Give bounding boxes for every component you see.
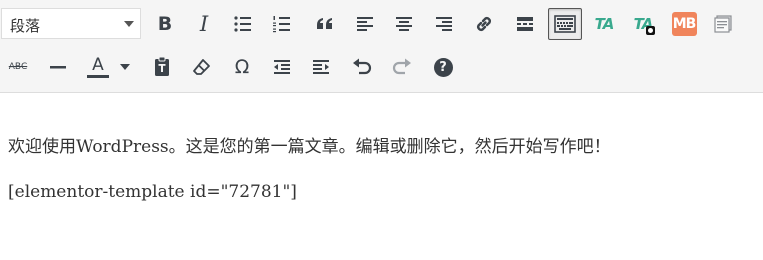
bold-icon: B [157, 12, 173, 35]
redo-icon [392, 58, 411, 75]
content-shortcode[interactable]: [elementor-template id="72781"] [8, 182, 297, 202]
outdent-icon [274, 60, 290, 74]
italic-icon: I [199, 11, 209, 36]
outdent-button[interactable] [266, 51, 298, 83]
toolbar-row-2: ABC A Ω ? [0, 51, 763, 83]
chevron-down-icon[interactable] [120, 64, 130, 70]
help-button[interactable]: ? [427, 51, 459, 83]
bulleted-list-button[interactable] [227, 8, 259, 40]
undo-icon [353, 58, 372, 75]
paste-icon [155, 56, 169, 76]
strikethrough-button[interactable]: ABC [2, 51, 34, 83]
align-left-icon [357, 17, 373, 31]
horizontal-line-button[interactable] [42, 51, 74, 83]
chevron-down-icon [124, 21, 134, 27]
link-icon [477, 17, 491, 31]
toolbar-toggle-button[interactable] [548, 8, 582, 40]
content-paragraph[interactable]: 欢迎使用WordPress。这是您的第一篇文章。编辑或删除它，然后开始写作吧！ [8, 132, 611, 157]
quote-icon [317, 18, 332, 29]
clear-formatting-button[interactable] [186, 51, 218, 83]
read-more-icon [517, 17, 533, 31]
horizontal-line-icon [50, 66, 66, 69]
insert-link-button[interactable] [468, 8, 500, 40]
editor-content[interactable]: 欢迎使用WordPress。这是您的第一篇文章。编辑或删除它，然后开始写作吧！ … [0, 94, 763, 260]
mb-icon: MB [671, 12, 697, 36]
paste-text-button[interactable] [146, 51, 178, 83]
blockquote-button[interactable] [309, 8, 341, 40]
toolbar-row-1: 段落 B I TA TA MB [0, 8, 763, 40]
editor-toolbar: 段落 B I TA TA MB ABC A Ω ? [0, 0, 763, 93]
ta-button[interactable]: TA [588, 8, 620, 40]
align-left-button[interactable] [349, 8, 381, 40]
align-center-icon [396, 17, 412, 31]
text-color-letter: A [92, 54, 104, 75]
special-character-button[interactable]: Ω [226, 51, 258, 83]
numbered-list-button[interactable] [266, 8, 298, 40]
format-select-value: 段落 [10, 17, 41, 35]
numbered-list-icon [273, 16, 290, 33]
indent-icon [313, 60, 329, 74]
redo-button[interactable] [386, 51, 418, 83]
align-center-button[interactable] [388, 8, 420, 40]
bulleted-list-icon [234, 16, 251, 32]
align-right-icon [436, 17, 452, 31]
media-button[interactable] [708, 8, 740, 40]
text-color-icon: A [84, 54, 112, 78]
text-color-button[interactable]: A [82, 51, 134, 83]
help-icon: ? [433, 57, 453, 77]
mb-button[interactable]: MB [668, 8, 700, 40]
insert-more-button[interactable] [509, 8, 541, 40]
text-color-swatch [87, 74, 109, 78]
format-select[interactable]: 段落 [1, 8, 141, 39]
media-icon [714, 15, 732, 33]
indent-button[interactable] [305, 51, 337, 83]
plus-badge-icon [646, 26, 655, 35]
keyboard-icon [554, 15, 576, 33]
eraser-icon [193, 59, 210, 75]
ta-icon: TA [594, 15, 615, 33]
bold-button[interactable]: B [149, 8, 181, 40]
align-right-button[interactable] [428, 8, 460, 40]
omega-icon: Ω [234, 55, 250, 78]
ta-plus-button[interactable]: TA [627, 8, 659, 40]
strikethrough-icon: ABC [8, 61, 28, 72]
italic-button[interactable]: I [188, 8, 220, 40]
undo-button[interactable] [346, 51, 378, 83]
